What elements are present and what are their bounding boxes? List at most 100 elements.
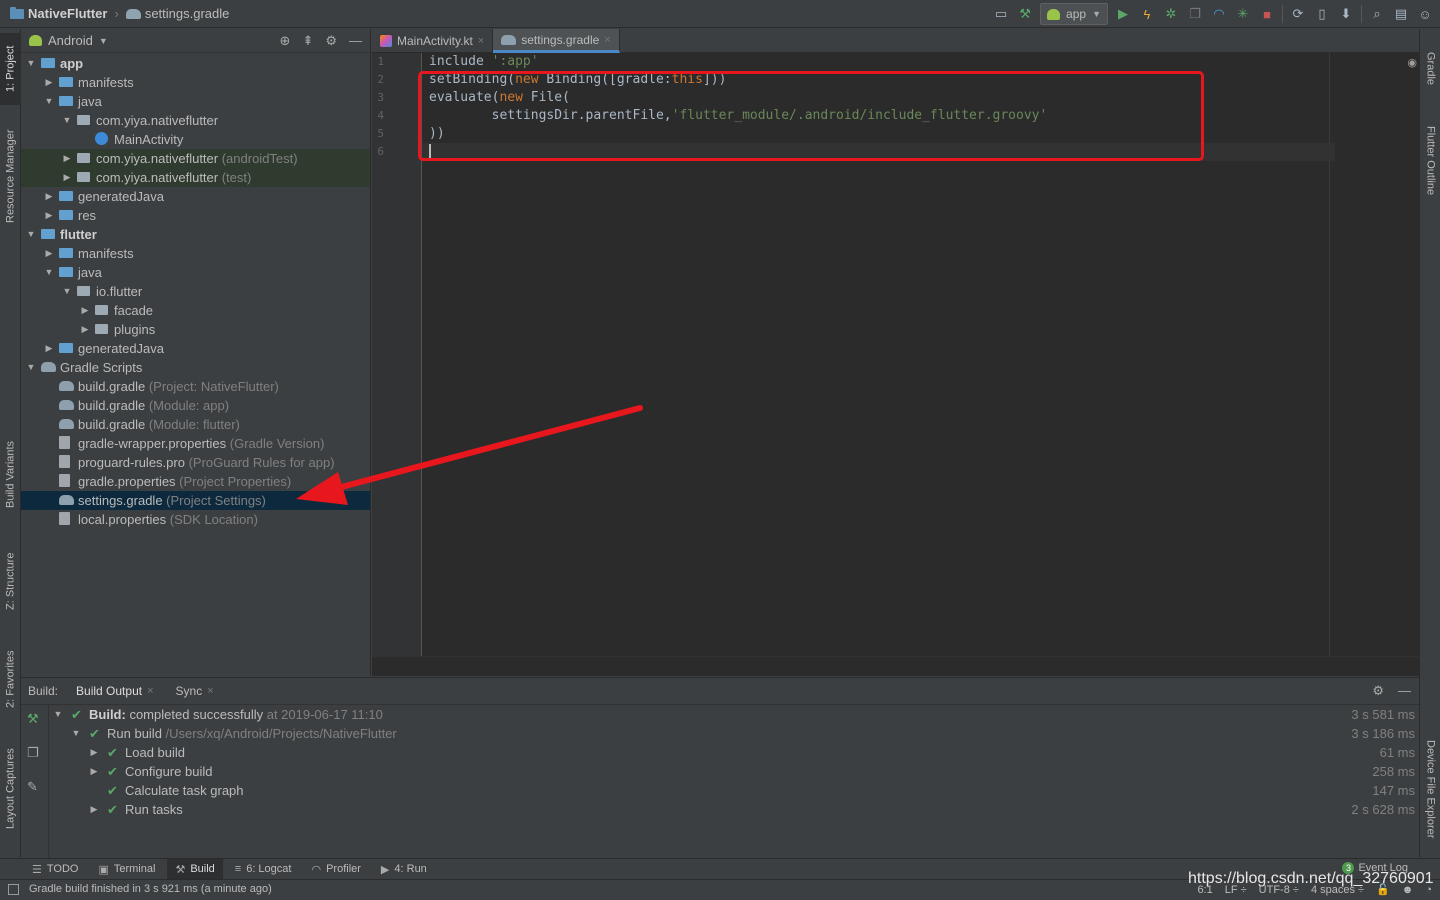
build-tab[interactable]: Build Output × <box>76 684 153 698</box>
tree-item[interactable]: ▶ generatedJava <box>21 187 370 206</box>
target-icon[interactable]: ⊕ <box>280 33 291 49</box>
indent-setting[interactable]: 4 spaces ÷ <box>1311 884 1364 896</box>
tree-item[interactable]: build.gradle (Project: NativeFlutter) <box>21 377 370 396</box>
code-line[interactable]: )) <box>429 125 445 143</box>
caret-position[interactable]: 6:1 <box>1197 884 1212 896</box>
bottom-tab-logcat[interactable]: ≡ 6: Logcat <box>227 859 300 880</box>
chevron-down-icon[interactable]: ▼ <box>71 724 81 743</box>
tree-item[interactable]: ▼ com.yiya.nativeflutter <box>21 111 370 130</box>
tree-item[interactable]: ▶ manifests <box>21 244 370 263</box>
tree-item[interactable]: ▼ Gradle Scripts <box>21 358 370 377</box>
tree-item[interactable]: build.gradle (Module: app) <box>21 396 370 415</box>
tree-item[interactable]: ▶ res <box>21 206 370 225</box>
breadcrumb-file[interactable]: settings.gradle <box>145 6 230 21</box>
tool-tab-layout-captures[interactable]: Layout Captures <box>0 739 21 839</box>
chevron-right-icon[interactable]: ▶ <box>89 762 99 781</box>
editor-tab[interactable]: MainActivity.kt × <box>372 29 494 53</box>
editor-horizontal-scrollbar[interactable] <box>372 656 1419 676</box>
tree-item[interactable]: ▼ app <box>21 54 370 73</box>
chevron-right-icon[interactable]: ▶ <box>79 320 91 339</box>
current-code-line[interactable] <box>422 143 1335 161</box>
device-icon[interactable]: ▯ <box>1313 5 1331 23</box>
tree-item[interactable]: local.properties (SDK Location) <box>21 510 370 529</box>
user-icon[interactable]: ☺ <box>1416 5 1434 23</box>
tree-item[interactable]: ▶ generatedJava <box>21 339 370 358</box>
tree-item[interactable]: gradle.properties (Project Properties) <box>21 472 370 491</box>
build-step[interactable]: ▼ ✔ Run build /Users/xq/Android/Projects/N… <box>49 724 1419 743</box>
tool-tab-favorites[interactable]: 2: Favorites <box>0 639 21 719</box>
close-icon[interactable]: × <box>604 34 610 46</box>
tree-item[interactable]: ▼ flutter <box>21 225 370 244</box>
bottom-tab-terminal[interactable]: ▣ Terminal <box>90 859 163 880</box>
tree-item[interactable]: ▶ plugins <box>21 320 370 339</box>
stop-icon[interactable]: ■ <box>1258 5 1276 23</box>
chevron-right-icon[interactable]: ▶ <box>61 149 73 168</box>
chevron-down-icon[interactable]: ▼ <box>43 263 55 282</box>
tree-item[interactable]: ▶ com.yiya.nativeflutter (androidTest) <box>21 149 370 168</box>
hide-icon[interactable]: — <box>1398 683 1411 699</box>
run-icon[interactable]: ▶ <box>1114 5 1132 23</box>
toggle-view-icon[interactable]: ❐ <box>27 745 39 761</box>
build-tab[interactable]: Sync × <box>176 684 214 698</box>
tool-tab-flutter-outline[interactable]: Flutter Outline <box>1420 111 1440 211</box>
tool-tab-resource-manager[interactable]: Resource Manager <box>0 121 21 231</box>
chevron-right-icon[interactable]: ▶ <box>43 339 55 358</box>
notifications-icon[interactable]: ◔ <box>1425 884 1432 896</box>
lock-icon[interactable]: 🔓 <box>1376 883 1390 896</box>
sync-icon[interactable]: ⟳ <box>1289 5 1307 23</box>
editor-tab[interactable]: settings.gradle × <box>493 29 620 53</box>
chevron-right-icon[interactable]: ▶ <box>43 73 55 92</box>
eye-icon[interactable]: ◉ <box>1407 56 1417 69</box>
tree-item[interactable]: settings.gradle (Project Settings) <box>21 491 370 510</box>
chevron-down-icon[interactable]: ▼ <box>61 111 73 130</box>
profile-icon[interactable]: ◠ <box>1210 5 1228 23</box>
bottom-tab-todo[interactable]: ☰ TODO <box>24 859 86 880</box>
chevron-down-icon[interactable]: ▼ <box>61 282 73 301</box>
code-line[interactable]: evaluate(new File( <box>429 89 570 107</box>
attach-icon[interactable]: ❐ <box>1186 5 1204 23</box>
chevron-down-icon[interactable]: ▼ <box>25 54 37 73</box>
close-icon[interactable]: × <box>207 685 213 697</box>
inspector-icon[interactable]: ☻ <box>1402 884 1414 896</box>
chevron-right-icon[interactable]: ▶ <box>43 206 55 225</box>
tree-item[interactable]: ▼ java <box>21 263 370 282</box>
tool-tab-structure[interactable]: Z: Structure <box>0 541 21 621</box>
hammer-icon[interactable]: ⚒ <box>27 711 39 727</box>
debug-icon[interactable]: ✲ <box>1162 5 1180 23</box>
chevron-right-icon[interactable]: ▶ <box>43 187 55 206</box>
apply-changes-icon[interactable]: ϟ <box>1138 5 1156 23</box>
tool-tab-gradle[interactable]: Gradle <box>1420 39 1440 99</box>
build-step[interactable]: ▶ ✔ Load build 61 ms <box>49 743 1419 762</box>
run-configuration-dropdown[interactable]: app ▼ <box>1040 3 1108 25</box>
chevron-down-icon[interactable]: ▼ <box>43 92 55 111</box>
build-step[interactable]: ▼ ✔ Build: completed successfully at 2019-… <box>49 705 1419 724</box>
tree-item[interactable]: build.gradle (Module: flutter) <box>21 415 370 434</box>
bottom-tab-run[interactable]: ▶ 4: Run <box>373 859 435 880</box>
tree-item[interactable]: ▶ com.yiya.nativeflutter (test) <box>21 168 370 187</box>
tree-item[interactable]: proguard-rules.pro (ProGuard Rules for a… <box>21 453 370 472</box>
build-step[interactable]: ✔ Calculate task graph 147 ms <box>49 781 1419 800</box>
chevron-right-icon[interactable]: ▶ <box>43 244 55 263</box>
close-icon[interactable]: × <box>478 35 484 47</box>
toggle-tool-windows-icon[interactable] <box>8 883 19 895</box>
event-log-button[interactable]: 3 Event Log <box>1342 862 1408 874</box>
chevron-down-icon[interactable]: ▼ <box>53 705 63 724</box>
tool-tab-device-file-explorer[interactable]: Device File Explorer <box>1420 729 1440 849</box>
breadcrumb-project[interactable]: NativeFlutter <box>28 6 107 21</box>
bottom-tab-build[interactable]: ⚒ Build <box>167 858 223 880</box>
tree-item[interactable]: gradle-wrapper.properties (Gradle Versio… <box>21 434 370 453</box>
code-line[interactable]: settingsDir.parentFile,'flutter_module/.… <box>429 107 1048 125</box>
bottom-tab-profiler[interactable]: ◠ Profiler <box>303 859 368 880</box>
chevron-down-icon[interactable]: ▼ <box>25 358 37 377</box>
tool-tab-build-variants[interactable]: Build Variants <box>0 429 21 519</box>
code-line[interactable]: include ':app' <box>429 53 539 71</box>
tool-tab-project[interactable]: 1: Project <box>0 33 21 105</box>
hammer-icon[interactable]: ⚒ <box>1016 5 1034 23</box>
tree-item[interactable]: ▼ io.flutter <box>21 282 370 301</box>
tree-item[interactable]: ▶ facade <box>21 301 370 320</box>
build-step[interactable]: ▶ ✔ Run tasks 2 s 628 ms <box>49 800 1419 819</box>
build-step[interactable]: ▶ ✔ Configure build 258 ms <box>49 762 1419 781</box>
chevron-right-icon[interactable]: ▶ <box>79 301 91 320</box>
layout-icon[interactable]: ▭ <box>992 5 1010 23</box>
tree-item[interactable]: MainActivity <box>21 130 370 149</box>
